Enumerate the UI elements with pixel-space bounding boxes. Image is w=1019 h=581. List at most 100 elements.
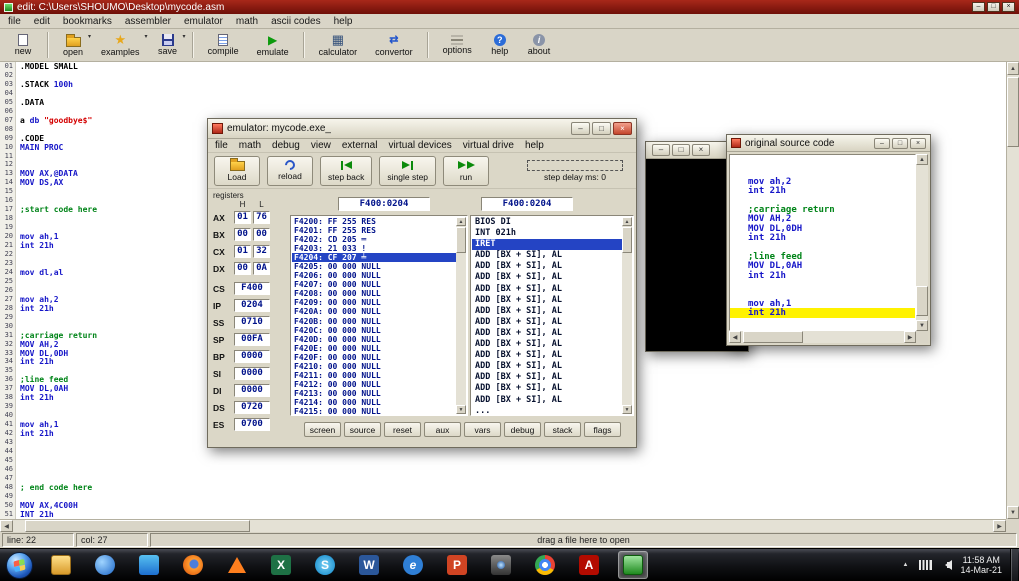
register-di-field[interactable]: 0000 bbox=[234, 384, 270, 397]
register-ip-field[interactable]: 0204 bbox=[234, 299, 270, 312]
toolbar-examples-button[interactable]: ★ examples ▾ bbox=[94, 30, 148, 60]
minimize-button[interactable]: – bbox=[874, 137, 890, 149]
scrollbar-track[interactable] bbox=[13, 520, 993, 532]
memory-row[interactable]: F4202: CD 205 ═ bbox=[292, 235, 456, 244]
memory-row[interactable]: F4201: FF 255 RES bbox=[292, 226, 456, 235]
emu-menu-virtual-devices[interactable]: virtual devices bbox=[388, 140, 451, 151]
memory-row[interactable]: F4214: 00 000 NULL bbox=[292, 398, 456, 407]
disassembly-row[interactable]: ADD [BX + SI], AL bbox=[472, 339, 622, 350]
powerpoint-icon[interactable]: P bbox=[442, 551, 472, 579]
memory-row[interactable]: F4205: 00 000 NULL bbox=[292, 262, 456, 271]
memory-row[interactable]: F420D: 00 000 NULL bbox=[292, 335, 456, 344]
emu-flags-button[interactable]: flags bbox=[584, 422, 621, 437]
toolbar-options-button[interactable]: options bbox=[436, 30, 479, 60]
scroll-left-button[interactable]: ◀ bbox=[729, 331, 741, 343]
step-delay-track[interactable] bbox=[527, 159, 623, 171]
emu-step-back-button[interactable]: step back bbox=[320, 155, 373, 186]
register-ax-h-field[interactable]: 01 bbox=[234, 211, 251, 224]
emu-menu-help[interactable]: help bbox=[525, 140, 544, 151]
minimize-button[interactable]: – bbox=[652, 144, 670, 156]
memory-row[interactable]: F4211: 00 000 NULL bbox=[292, 371, 456, 380]
menu-help[interactable]: help bbox=[334, 16, 353, 27]
memory-row[interactable]: F4204: CF 207 ╧ bbox=[292, 253, 456, 263]
disassembly-row[interactable]: BIOS DI bbox=[472, 217, 622, 228]
disassembly-row[interactable]: ADD [BX + SI], AL bbox=[472, 328, 622, 339]
disassembly-scrollbar[interactable]: ▲ ▼ bbox=[622, 217, 632, 414]
memory-row[interactable]: F4208: 00 000 NULL bbox=[292, 289, 456, 298]
emu8086-icon[interactable] bbox=[618, 551, 648, 579]
disassembly-row[interactable]: ADD [BX + SI], AL bbox=[472, 383, 622, 394]
explorer-icon[interactable] bbox=[46, 551, 76, 579]
emulator-titlebar[interactable]: emulator: mycode.exe_ – □ × bbox=[208, 119, 636, 139]
source-code-view[interactable]: mov ah,2 int 21h ;carriage return MOV AH,2 M… bbox=[729, 154, 916, 331]
scrollbar-track[interactable] bbox=[916, 165, 928, 320]
dropdown-arrow-icon[interactable]: ▾ bbox=[145, 33, 148, 40]
emu-menu-view[interactable]: view bbox=[311, 140, 331, 151]
start-button[interactable] bbox=[6, 551, 33, 579]
minimize-button[interactable]: – bbox=[972, 2, 985, 12]
register-cs-field[interactable]: F400 bbox=[234, 282, 270, 295]
show-desktop-button[interactable] bbox=[1010, 549, 1018, 581]
network-icon[interactable] bbox=[919, 560, 933, 570]
disassembly-row[interactable]: ADD [BX + SI], AL bbox=[472, 372, 622, 383]
code-line[interactable] bbox=[20, 89, 1006, 98]
toolbar-help-button[interactable]: ? help bbox=[483, 30, 517, 60]
disassembly-row[interactable]: INT 021h bbox=[472, 228, 622, 239]
source-window-titlebar[interactable]: original source code – □ × bbox=[727, 135, 930, 152]
menu-assembler[interactable]: assembler bbox=[125, 16, 171, 27]
register-bp-field[interactable]: 0000 bbox=[234, 350, 270, 363]
maximize-button[interactable]: □ bbox=[987, 2, 1000, 12]
minimize-button[interactable]: – bbox=[571, 122, 590, 135]
scroll-up-button[interactable]: ▲ bbox=[916, 154, 928, 165]
memory-list[interactable]: F4200: FF 255 RES F4201: FF 255 RES F4202:… bbox=[290, 215, 468, 416]
close-button[interactable]: × bbox=[692, 144, 710, 156]
close-button[interactable]: × bbox=[613, 122, 632, 135]
toolbar-new-button[interactable]: new bbox=[6, 30, 40, 60]
memory-row[interactable]: F420C: 00 000 NULL bbox=[292, 326, 456, 335]
toolbar-emulate-button[interactable]: ▶ emulate bbox=[250, 30, 296, 60]
register-bx-l-field[interactable]: 00 bbox=[253, 228, 270, 241]
memory-row[interactable]: F420B: 00 000 NULL bbox=[292, 317, 456, 326]
emu-load-button[interactable]: Load bbox=[214, 155, 260, 186]
disassembly-row[interactable]: ADD [BX + SI], AL bbox=[472, 284, 622, 295]
skype-icon[interactable]: S bbox=[310, 551, 340, 579]
chrome-icon[interactable] bbox=[530, 551, 560, 579]
adobe-reader-icon[interactable]: A bbox=[574, 551, 604, 579]
menu-bookmarks[interactable]: bookmarks bbox=[63, 16, 112, 27]
scroll-up-button[interactable]: ▲ bbox=[622, 217, 632, 226]
disassembly-row[interactable]: IRET bbox=[472, 239, 622, 251]
memory-row[interactable]: F4212: 00 000 NULL bbox=[292, 380, 456, 389]
toolbar-open-button[interactable]: open ▾ bbox=[56, 30, 91, 60]
toolbar-compile-button[interactable]: compile bbox=[201, 30, 246, 60]
menu-edit[interactable]: edit bbox=[34, 16, 50, 27]
messenger-icon[interactable] bbox=[134, 551, 164, 579]
editor-horizontal-scrollbar[interactable]: ◀ ▶ bbox=[0, 519, 1006, 532]
code-line[interactable] bbox=[20, 447, 1006, 456]
scrollbar-thumb[interactable] bbox=[456, 227, 466, 253]
memory-row[interactable]: F420F: 00 000 NULL bbox=[292, 353, 456, 362]
show-hidden-icons-button[interactable]: ▲ bbox=[899, 562, 911, 568]
maximize-button[interactable]: □ bbox=[592, 122, 611, 135]
internet-explorer-icon[interactable]: e bbox=[398, 551, 428, 579]
step-delay-control[interactable]: step delay ms: 0 bbox=[522, 159, 628, 182]
volume-icon[interactable] bbox=[940, 560, 953, 570]
menu-file[interactable]: file bbox=[8, 16, 21, 27]
memory-row[interactable]: F4206: 00 000 NULL bbox=[292, 271, 456, 280]
disassembly-row[interactable]: ADD [BX + SI], AL bbox=[472, 395, 622, 406]
disassembly-rows[interactable]: BIOS DI INT 021h IRET ADD [BX + SI], AL ADD … bbox=[472, 217, 622, 414]
emu-run-button[interactable]: run bbox=[443, 155, 490, 186]
vlc-icon[interactable] bbox=[222, 551, 252, 579]
media-player-icon[interactable] bbox=[90, 551, 120, 579]
disassembly-row[interactable]: ADD [BX + SI], AL bbox=[472, 261, 622, 272]
code-line[interactable]: MOV AX,4C00H bbox=[20, 501, 1006, 510]
scroll-down-button[interactable]: ▼ bbox=[622, 405, 632, 414]
emu-single-step-button[interactable]: single step bbox=[379, 155, 437, 186]
memory-row[interactable]: F4207: 00 000 NULL bbox=[292, 280, 456, 289]
emu-menu-math[interactable]: math bbox=[239, 140, 261, 151]
close-button[interactable]: × bbox=[1002, 2, 1015, 12]
code-line[interactable]: .DATA bbox=[20, 98, 1006, 107]
memory-row[interactable]: F420A: 00 000 NULL bbox=[292, 307, 456, 316]
source-vertical-scrollbar[interactable]: ▲ ▼ bbox=[916, 154, 928, 331]
disassembly-row[interactable]: ADD [BX + SI], AL bbox=[472, 317, 622, 328]
dropdown-arrow-icon[interactable]: ▾ bbox=[183, 33, 186, 40]
